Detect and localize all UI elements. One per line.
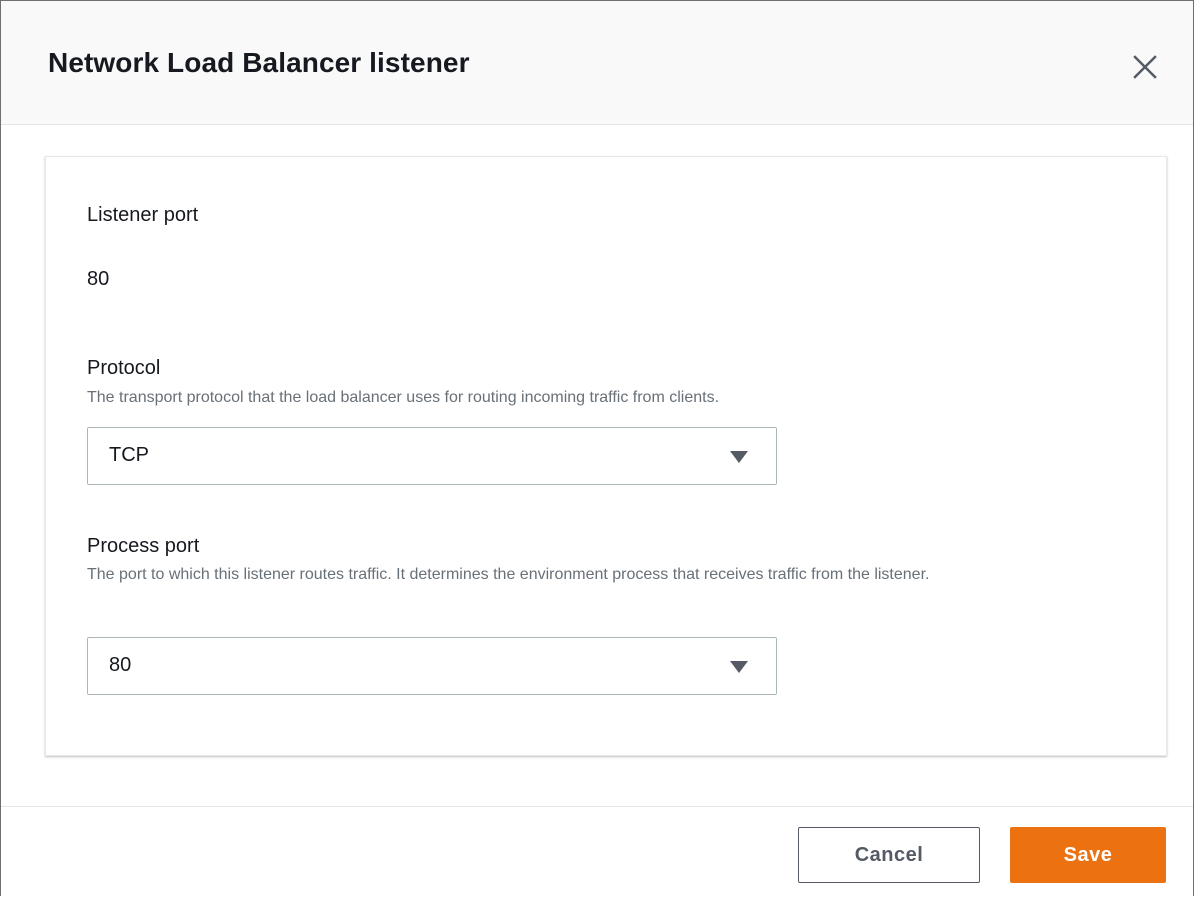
caret-down-icon [730, 661, 748, 673]
save-button[interactable]: Save [1010, 827, 1166, 883]
process-port-selected-value: 80 [109, 654, 132, 676]
cancel-button[interactable]: Cancel [798, 827, 980, 883]
caret-down-icon [730, 451, 748, 463]
listener-port-label: Listener port [87, 204, 199, 226]
protocol-select[interactable]: TCP [87, 427, 777, 485]
listener-port-value: 80 [87, 268, 110, 290]
process-port-description: The port to which this listener routes t… [87, 566, 930, 583]
listener-dialog: Network Load Balancer listener Listener … [0, 0, 1194, 897]
dialog-footer: Cancel Save [1, 806, 1193, 897]
listener-settings-panel: Listener port 80 Protocol The transport … [45, 156, 1167, 756]
close-icon [1133, 55, 1157, 79]
dialog-body: Listener port 80 Protocol The transport … [1, 125, 1193, 806]
protocol-label: Protocol [87, 357, 161, 379]
close-button[interactable] [1127, 49, 1167, 89]
dialog-header: Network Load Balancer listener [1, 1, 1193, 125]
process-port-label: Process port [87, 535, 200, 557]
process-port-select[interactable]: 80 [87, 637, 777, 695]
protocol-selected-value: TCP [109, 444, 149, 466]
protocol-description: The transport protocol that the load bal… [87, 389, 720, 406]
dialog-title: Network Load Balancer listener [48, 47, 470, 78]
